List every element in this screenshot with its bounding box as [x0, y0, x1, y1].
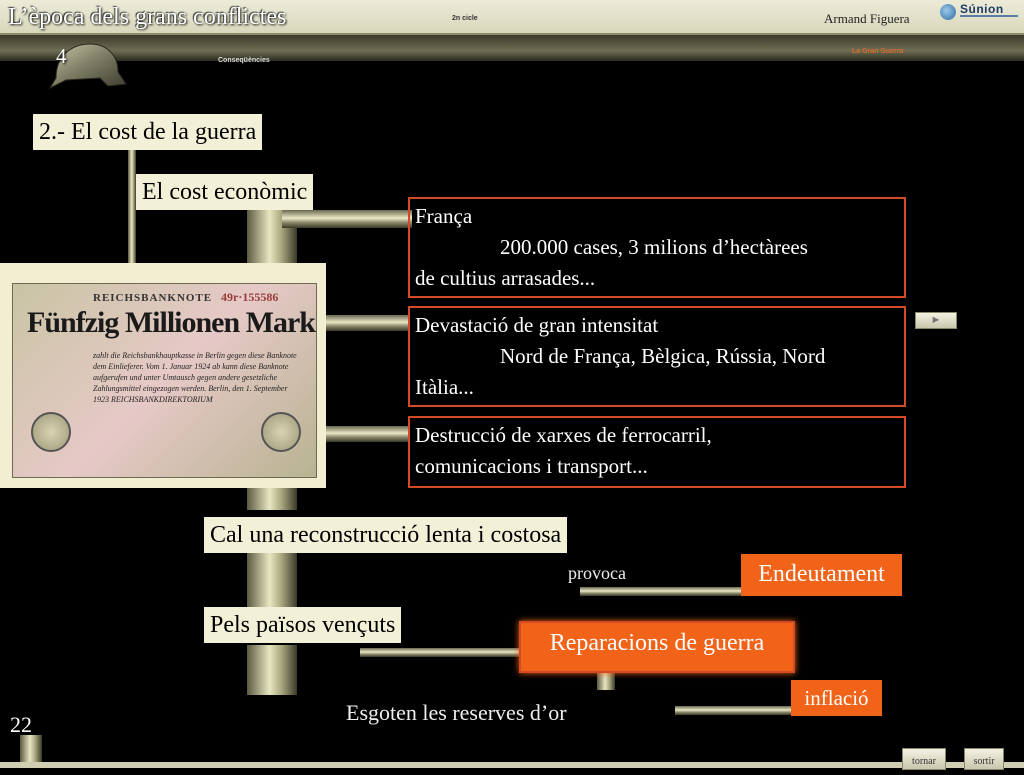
- banknote-image: REICHSBANKNOTE 49r·155586 Fünfzig Millio…: [0, 263, 326, 488]
- connector-to-item-3: [325, 426, 410, 442]
- connector-to-item-2: [325, 315, 410, 331]
- presentation-title: L’època dels grans conflictes: [8, 4, 287, 30]
- author-name: Armand Figuera: [824, 11, 910, 26]
- connector-provoca: [580, 587, 745, 596]
- logo-text: Súnion: [960, 2, 1004, 16]
- item-france-detail: 200.000 cases, 3 milions d’hectàrees: [500, 235, 808, 259]
- item-devastation-head: Devastació de gran intensitat: [415, 313, 659, 337]
- unit-number: 4: [56, 44, 67, 68]
- item-railways-head: Destrucció de xarxes de ferrocarril,: [415, 423, 712, 447]
- footer-line: [0, 762, 1024, 768]
- section-title: 2.- El cost de la guerra: [33, 114, 263, 150]
- connector-vertical: [128, 150, 136, 265]
- sunion-logo: Súnion: [940, 2, 1020, 22]
- item-france: França 200.000 cases, 3 milions d’hectàr…: [408, 197, 906, 298]
- endeutament-box: Endeutament: [741, 554, 902, 596]
- item-devastation-tail: Itàlia...: [415, 375, 474, 399]
- connector-inflacio: [675, 706, 795, 715]
- connector-pillar-lower: [247, 548, 297, 608]
- connector-to-item-1: [282, 210, 412, 228]
- item-devastation: Devastació de gran intensitat Nord de Fr…: [408, 306, 906, 407]
- inflacio-box: inflació: [791, 680, 882, 716]
- play-button[interactable]: ►: [915, 312, 957, 329]
- back-button[interactable]: tornar: [902, 748, 946, 770]
- reparacions-box: Reparacions de guerra: [519, 621, 795, 673]
- eagle-seal-icon: [31, 412, 71, 452]
- connector-pillar-bottom: [247, 645, 297, 695]
- reconstruction-box: Cal una reconstrucció lenta i costosa: [204, 517, 568, 553]
- eagle-seal-icon: [261, 412, 301, 452]
- item-railways: Destrucció de xarxes de ferrocarril, com…: [408, 416, 906, 488]
- globe-icon: [940, 4, 956, 20]
- item-france-head: França: [415, 204, 473, 228]
- cycle-label: 2n cicle: [452, 15, 478, 22]
- banknote-header: REICHSBANKNOTE: [93, 292, 213, 304]
- esgoten-label: Esgoten les reserves d’or: [346, 700, 567, 725]
- exit-button[interactable]: sortir: [964, 748, 1004, 770]
- item-france-tail: de cultius arrasades...: [415, 266, 596, 290]
- vencuts-box: Pels països vençuts: [204, 607, 402, 643]
- subtitle-label: Conseqüències: [218, 57, 270, 64]
- item-railways-tail: comunicacions i transport...: [415, 454, 648, 478]
- page-number: 22: [10, 712, 32, 737]
- connector-vencuts: [360, 648, 525, 657]
- banknote-serial: 49r·155586: [221, 290, 279, 304]
- banknote-text: zahlt die Reichsbankhauptkasse in Berlin…: [93, 351, 297, 404]
- item-devastation-detail: Nord de França, Bèlgica, Rússia, Nord: [500, 344, 826, 368]
- topic-label: La Gran Guerra: [852, 48, 904, 55]
- economic-cost-heading: El cost econòmic: [136, 174, 314, 210]
- provoca-label: provoca: [568, 563, 626, 583]
- banknote-denomination: Fünfzig Millionen Mark: [27, 306, 316, 339]
